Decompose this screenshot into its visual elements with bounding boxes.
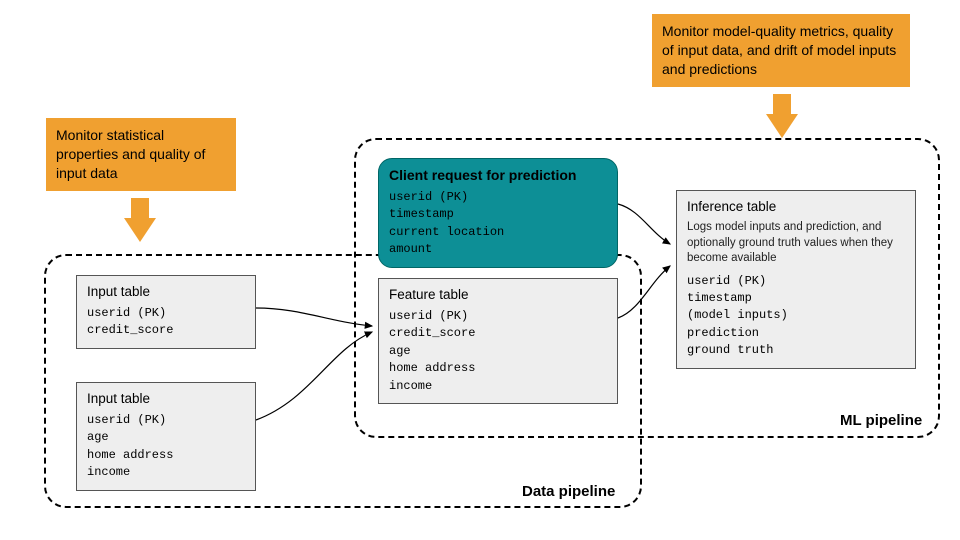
client-request: Client request for prediction userid (PK…	[378, 158, 618, 268]
ml-pipeline-label: ML pipeline	[840, 412, 922, 429]
input-table-1: Input table userid (PK) credit_score	[76, 275, 256, 349]
callout-arrow-left	[124, 218, 156, 242]
input-table-2-fields: userid (PK) age home address income	[87, 412, 245, 482]
inference-table-fields: userid (PK) timestamp (model inputs) pre…	[687, 273, 905, 360]
feature-table: Feature table userid (PK) credit_score a…	[378, 278, 618, 404]
callout-arrow-right	[766, 114, 798, 138]
input-table-1-fields: userid (PK) credit_score	[87, 305, 245, 340]
inference-table: Inference table Logs model inputs and pr…	[676, 190, 916, 369]
input-table-1-title: Input table	[87, 284, 245, 299]
inference-table-subtitle: Logs model inputs and prediction, and op…	[687, 220, 905, 267]
input-table-2: Input table userid (PK) age home address…	[76, 382, 256, 491]
callout-monitor-input: Monitor statistical properties and quali…	[46, 118, 236, 191]
input-table-2-title: Input table	[87, 391, 245, 406]
feature-table-title: Feature table	[389, 287, 607, 302]
callout-monitor-model: Monitor model-quality metrics, quality o…	[652, 14, 910, 87]
inference-table-title: Inference table	[687, 199, 905, 214]
client-request-title: Client request for prediction	[389, 167, 607, 183]
feature-table-fields: userid (PK) credit_score age home addres…	[389, 308, 607, 395]
data-pipeline-label: Data pipeline	[522, 483, 615, 500]
client-request-fields: userid (PK) timestamp current location a…	[389, 189, 607, 259]
